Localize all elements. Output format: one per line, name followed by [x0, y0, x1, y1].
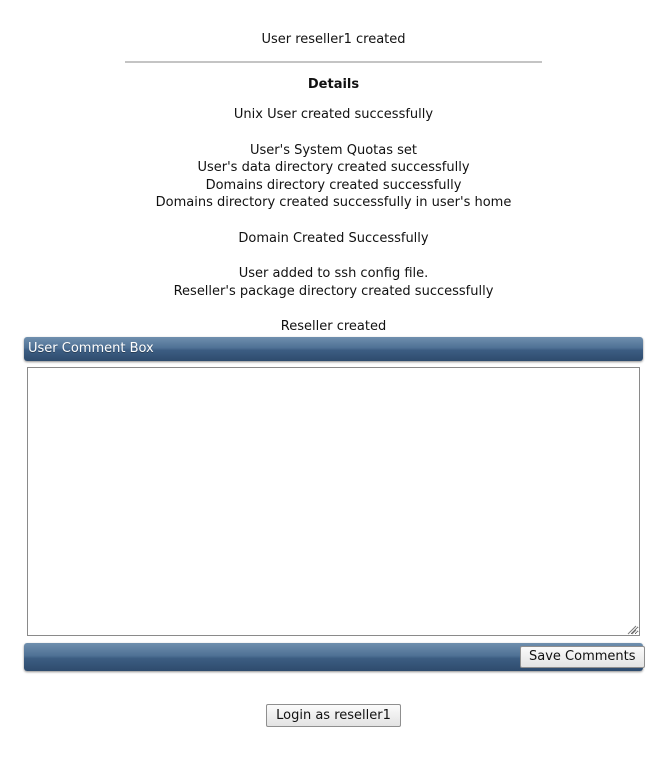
page-title: User reseller1 created: [261, 32, 406, 47]
message-spacer: [0, 247, 667, 265]
message-spacer: [0, 212, 667, 230]
comment-textarea[interactable]: [27, 367, 640, 636]
comment-box-title: User Comment Box: [28, 341, 154, 356]
comment-box-header: User Comment Box: [24, 337, 643, 361]
status-message: User added to ssh config file.: [238, 266, 429, 281]
status-message: Domains directory created successfully i…: [155, 195, 512, 210]
comment-box-footer: Save Comments: [24, 643, 645, 671]
divider: [125, 61, 542, 63]
details-messages: Unix User created successfully User's Sy…: [0, 106, 667, 336]
status-message: Reseller created: [280, 319, 387, 334]
save-comments-button[interactable]: Save Comments: [520, 646, 645, 668]
login-as-user-button[interactable]: Login as reseller1: [266, 704, 401, 727]
status-message: Unix User created successfully: [233, 107, 434, 122]
message-spacer: [0, 124, 667, 142]
status-message: Reseller's package directory created suc…: [173, 283, 494, 299]
message-spacer: [0, 300, 667, 318]
status-message: User's data directory created successful…: [197, 160, 470, 175]
login-button-container: Login as reseller1: [0, 704, 667, 727]
details-heading: Details: [307, 77, 360, 92]
status-message: Domains directory created successfully: [205, 177, 462, 193]
status-message: User's System Quotas set: [250, 142, 417, 158]
status-message: Domain Created Successfully: [238, 230, 429, 246]
